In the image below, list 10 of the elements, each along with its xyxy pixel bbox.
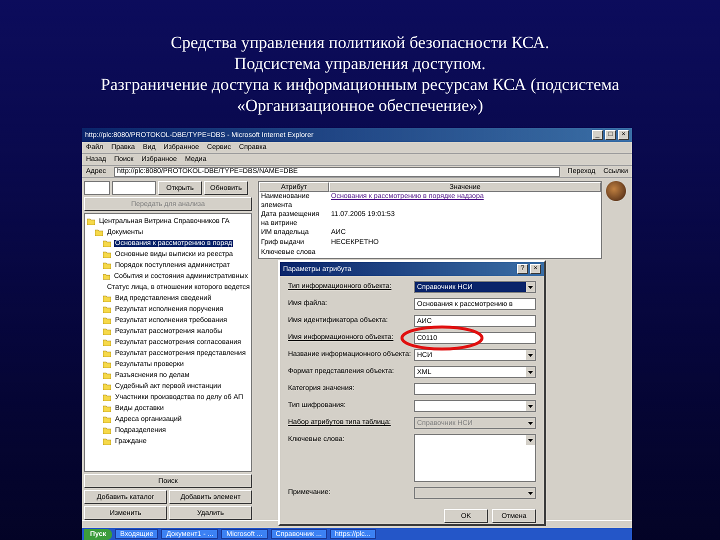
input-field[interactable] xyxy=(414,383,536,395)
input-field[interactable] xyxy=(112,181,156,195)
slide-title-line: Подсистема управления доступом. xyxy=(234,53,486,74)
text-area[interactable] xyxy=(414,434,536,482)
slide-title-line: Разграничение доступа к информационным ресурсам КСА (подсистема xyxy=(100,74,620,95)
slide-title-line: «Организационное обеспечение») xyxy=(236,95,484,116)
select-field[interactable] xyxy=(414,400,536,412)
slide-title-line: Средства управления политикой безопасности КСА. xyxy=(170,32,550,53)
avatar xyxy=(606,181,626,201)
input-field[interactable] xyxy=(84,181,110,195)
